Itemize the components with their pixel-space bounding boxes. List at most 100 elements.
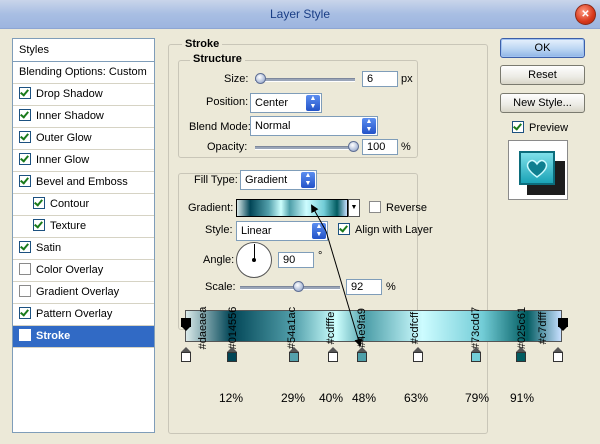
chevron-down-icon: ▼ [350, 204, 358, 211]
size-slider[interactable] [255, 78, 355, 82]
checkbox-icon[interactable] [338, 223, 350, 235]
dropdown-arrows-icon: ▲ ▼ [362, 118, 376, 134]
size-label: Size: [224, 73, 249, 85]
style-item-inner-shadow[interactable]: Inner Shadow [13, 106, 154, 128]
hex-label-025c61: #025c61 [516, 306, 528, 350]
size-unit: px [401, 73, 413, 85]
color-stop-29[interactable] [289, 347, 299, 362]
checkbox-icon[interactable] [19, 109, 31, 121]
style-label: Style: [205, 224, 233, 236]
scale-unit: % [386, 281, 396, 293]
gradient-bar[interactable] [185, 310, 562, 342]
scale-label: Scale: [205, 281, 236, 293]
fill-type-select[interactable]: Gradient ▲ ▼ [240, 170, 317, 190]
hex-label-cdfcff: #cdfcff [409, 311, 421, 345]
style-item-inner-glow[interactable]: Inner Glow [13, 150, 154, 172]
angle-label: Angle: [203, 254, 235, 266]
blending-options-item[interactable]: Blending Options: Custom [13, 62, 154, 84]
checkbox-icon[interactable] [19, 263, 31, 275]
checkbox-icon[interactable] [19, 153, 31, 165]
angle-unit: ° [318, 250, 323, 262]
stop-percent-40: 40% [319, 391, 344, 405]
style-item-contour[interactable]: Contour [13, 194, 154, 216]
opacity-slider-thumb[interactable] [348, 141, 359, 152]
checkbox-icon[interactable] [33, 219, 45, 231]
gradient-swatch[interactable] [236, 199, 348, 217]
color-stop-91[interactable] [516, 347, 526, 362]
heart-icon [526, 159, 548, 178]
stop-percent-12: 12% [219, 391, 244, 405]
new-style-button[interactable]: New Style... [500, 93, 585, 113]
preview-checkbox[interactable]: Preview [512, 121, 568, 134]
title-bar: Layer Style ✕ [0, 0, 600, 29]
ok-button[interactable]: OK [500, 38, 585, 58]
angle-center-dot [252, 258, 256, 262]
style-item-outer-glow[interactable]: Outer Glow [13, 128, 154, 150]
size-slider-thumb[interactable] [255, 73, 266, 84]
scale-slider-thumb[interactable] [293, 281, 304, 292]
hex-label-73cdd7: #73cdd7 [470, 306, 482, 350]
styles-header[interactable]: Styles [13, 39, 154, 62]
hex-label-54a1ac: #54a1ac [286, 306, 298, 350]
blend-mode-label: Blend Mode: [189, 121, 251, 133]
scale-input[interactable]: 92 [346, 279, 382, 295]
style-item-gradient-overlay[interactable]: Gradient Overlay [13, 282, 154, 304]
color-stop-48[interactable] [357, 347, 367, 362]
close-icon[interactable]: ✕ [575, 4, 596, 25]
stop-percent-91: 91% [510, 391, 535, 405]
dropdown-arrows-icon: ▲ ▼ [312, 223, 326, 239]
style-item-color-overlay[interactable]: Color Overlay [13, 260, 154, 282]
dialog-body: Styles Blending Options: Custom Drop Sha… [0, 29, 600, 444]
align-with-layer-checkbox[interactable]: Align with Layer [338, 223, 433, 236]
position-label: Position: [206, 96, 249, 108]
color-stop-79[interactable] [471, 347, 481, 362]
style-select[interactable]: Linear ▲ ▼ [236, 221, 328, 241]
opacity-unit: % [401, 141, 411, 153]
checkbox-icon[interactable] [19, 175, 31, 187]
size-input[interactable]: 6 [362, 71, 398, 87]
opacity-input[interactable]: 100 [362, 139, 398, 155]
window-title: Layer Style [269, 7, 331, 21]
angle-dial[interactable] [236, 242, 272, 278]
reset-button[interactable]: Reset [500, 65, 585, 85]
checkbox-icon[interactable] [369, 201, 381, 213]
color-stop-12[interactable] [227, 347, 237, 362]
checkbox-icon[interactable] [33, 197, 45, 209]
stop-percent-48: 48% [352, 391, 377, 405]
dropdown-arrows-icon: ▲ ▼ [306, 95, 320, 111]
checkbox-icon[interactable] [19, 285, 31, 297]
opacity-stop-right[interactable] [558, 318, 568, 331]
opacity-stop-left[interactable] [181, 318, 191, 331]
checkbox-icon[interactable] [19, 307, 31, 319]
hex-label-c7dfff: #c7dfff [537, 311, 549, 345]
opacity-slider[interactable] [255, 146, 355, 150]
color-stop-0[interactable] [181, 347, 191, 362]
checkbox-icon[interactable] [512, 121, 524, 133]
stop-percent-79: 79% [465, 391, 490, 405]
style-preview-thumbnail [508, 140, 568, 200]
style-item-bevel-emboss[interactable]: Bevel and Emboss [13, 172, 154, 194]
style-item-satin[interactable]: Satin [13, 238, 154, 260]
fill-type-label: Fill Type: [192, 174, 240, 186]
styles-list: Styles Blending Options: Custom Drop Sha… [12, 38, 155, 433]
angle-input[interactable]: 90 [278, 252, 314, 268]
color-stop-100[interactable] [553, 347, 563, 362]
dropdown-arrows-icon: ▲ ▼ [301, 172, 315, 188]
checkbox-icon[interactable] [19, 241, 31, 253]
style-item-drop-shadow[interactable]: Drop Shadow [13, 84, 154, 106]
gradient-dropdown-button[interactable]: ▼ [348, 199, 360, 217]
checkbox-icon[interactable] [19, 131, 31, 143]
color-stop-63[interactable] [413, 347, 423, 362]
scale-slider[interactable] [240, 286, 340, 290]
reverse-checkbox[interactable]: Reverse [369, 201, 427, 214]
color-stop-40[interactable] [328, 347, 338, 362]
style-item-pattern-overlay[interactable]: Pattern Overlay [13, 304, 154, 326]
style-item-stroke[interactable]: Stroke [13, 326, 154, 348]
hex-label-4e9fa9: #4e9fa9 [356, 308, 368, 348]
style-item-texture[interactable]: Texture [13, 216, 154, 238]
blend-mode-select[interactable]: Normal ▲ ▼ [250, 116, 378, 136]
stroke-title: Stroke [182, 38, 223, 50]
position-select[interactable]: Center ▲ ▼ [250, 93, 322, 113]
checkbox-icon[interactable] [19, 87, 31, 99]
checkbox-icon[interactable] [19, 329, 31, 341]
